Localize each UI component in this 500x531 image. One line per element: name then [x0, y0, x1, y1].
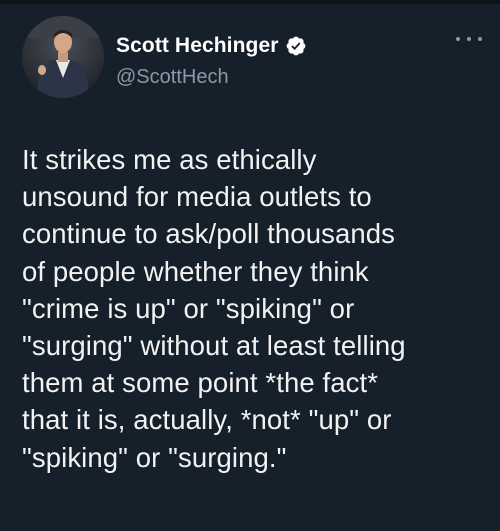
- more-dot: [478, 37, 482, 41]
- more-dot: [467, 37, 471, 41]
- verified-badge-icon: [285, 35, 307, 57]
- more-options-icon[interactable]: [456, 32, 482, 46]
- author-name-row[interactable]: Scott Hechinger: [116, 34, 307, 58]
- author-handle[interactable]: @ScottHech: [116, 66, 229, 89]
- tweet-text: It strikes me as ethically unsound for m…: [22, 144, 406, 473]
- display-name[interactable]: Scott Hechinger: [116, 34, 279, 58]
- avatar[interactable]: [22, 16, 104, 98]
- top-divider: [0, 0, 500, 4]
- more-dot: [456, 37, 460, 41]
- tweet-header: Scott Hechinger @ScottHech: [22, 16, 482, 106]
